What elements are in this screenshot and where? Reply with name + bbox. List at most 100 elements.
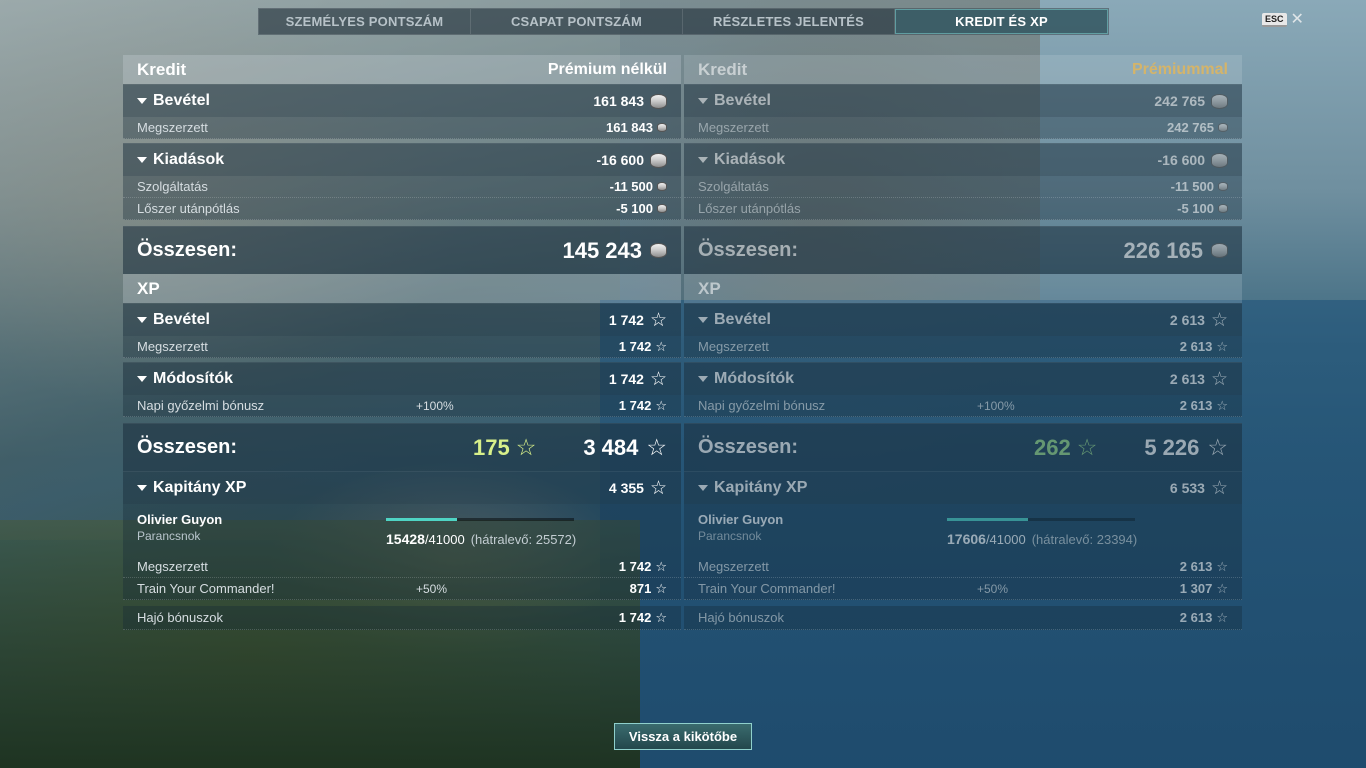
silver-coin-icon: [657, 204, 667, 213]
list-item: Lőszer utánpótlás -5 100: [123, 198, 681, 220]
tab-team-score[interactable]: CSAPAT PONTSZÁM: [471, 9, 683, 34]
credit-expenses-section[interactable]: Kiadások -16 600: [123, 143, 681, 176]
row-value: 871: [629, 581, 652, 596]
collapse-arrow-icon[interactable]: [698, 98, 708, 104]
credit-income-section[interactable]: Bevétel 242 765: [684, 84, 1242, 117]
tab-personal-score[interactable]: SZEMÉLYES PONTSZÁM: [259, 9, 471, 34]
list-item: Megszerzett 2 613 ☆: [684, 556, 1242, 578]
star-icon: ☆: [1216, 610, 1228, 625]
silver-coin-icon: [650, 152, 667, 168]
captain-xp-section[interactable]: Kapitány XP 6 533 ☆: [684, 471, 1242, 504]
collapse-arrow-icon[interactable]: [698, 485, 708, 491]
collapse-arrow-icon[interactable]: [698, 157, 708, 163]
xp-total: Összesen: 262 ☆ 5 226 ☆: [684, 423, 1242, 471]
row-label: Megszerzett: [137, 120, 208, 135]
panel-without-premium: Kredit Prémium nélkül Bevétel 161 843 Me…: [123, 55, 681, 630]
section-label: Bevétel: [714, 311, 771, 328]
star-icon: ☆: [1216, 559, 1228, 574]
silver-coin-icon: [657, 182, 667, 191]
row-multiplier: +50%: [416, 581, 448, 596]
xp-max: /41000: [985, 532, 1026, 547]
xp-remaining: (hátralevő: 23394): [1031, 532, 1138, 547]
star-icon: ☆: [1216, 398, 1228, 413]
section-label: Bevétel: [153, 92, 210, 109]
section-value: 1 742: [608, 312, 644, 328]
list-item: Lőszer utánpótlás -5 100: [684, 198, 1242, 220]
list-item: Megszerzett 242 765: [684, 117, 1242, 139]
free-xp-bonus: 175 ☆: [473, 435, 536, 461]
row-label: Napi győzelmi bónusz: [137, 398, 265, 413]
row-value: 2 613: [1179, 610, 1213, 625]
xp-title: XP: [137, 278, 160, 298]
tab-credit-xp[interactable]: KREDIT ÉS XP: [895, 9, 1108, 34]
xp-income-section[interactable]: Bevétel 1 742 ☆: [123, 303, 681, 336]
modifiers-section[interactable]: Módosítók 1 742 ☆: [123, 362, 681, 395]
xp-title: XP: [698, 278, 721, 298]
xp-income-section[interactable]: Bevétel 2 613 ☆: [684, 303, 1242, 336]
credit-title: Kredit: [137, 59, 187, 79]
star-icon: ☆: [646, 434, 667, 460]
star-icon: ☆: [1216, 339, 1228, 354]
section-label: Kiadások: [714, 151, 786, 168]
esc-key-hint: ESC: [1262, 13, 1287, 27]
section-label: Bevétel: [153, 311, 210, 328]
row-label: Hajó bónuszok: [698, 610, 784, 625]
total-value: 3 484: [583, 434, 639, 460]
xp-current: 15428: [386, 531, 425, 547]
silver-coin-icon: [1211, 243, 1228, 258]
close-button[interactable]: ESC ✕: [1262, 12, 1304, 28]
row-label: Lőszer utánpótlás: [698, 201, 801, 216]
section-value: 2 613: [1169, 371, 1205, 387]
row-value: 1 307: [1179, 581, 1213, 596]
row-label: Train Your Commander!: [137, 581, 275, 596]
section-value: -16 600: [596, 152, 644, 168]
section-label: Kapitány XP: [153, 479, 247, 496]
section-value: 1 742: [608, 371, 644, 387]
captain-xp-section[interactable]: Kapitány XP 4 355 ☆: [123, 471, 681, 504]
credit-total: Összesen: 226 165: [684, 226, 1242, 274]
collapse-arrow-icon[interactable]: [137, 317, 147, 323]
silver-coin-icon: [1211, 93, 1228, 109]
list-item: Megszerzett 2 613 ☆: [684, 336, 1242, 358]
row-label: Megszerzett: [137, 559, 208, 574]
list-item: Megszerzett 161 843: [123, 117, 681, 139]
row-label: Hajó bónuszok: [137, 610, 223, 625]
row-value: -5 100: [1177, 201, 1214, 216]
list-item: Szolgáltatás -11 500: [123, 176, 681, 198]
credit-expenses-section[interactable]: Kiadások -16 600: [684, 143, 1242, 176]
list-item: Napi győzelmi bónusz +100% 1 742 ☆: [123, 395, 681, 417]
modifiers-section[interactable]: Módosítók 2 613 ☆: [684, 362, 1242, 395]
row-value: -11 500: [609, 179, 653, 194]
collapse-arrow-icon[interactable]: [137, 157, 147, 163]
star-icon: ☆: [655, 610, 667, 625]
total-label: Összesen:: [698, 436, 799, 458]
section-label: Módosítók: [714, 370, 794, 387]
bonus-value: 262: [1034, 434, 1071, 460]
collapse-arrow-icon[interactable]: [137, 98, 147, 104]
star-icon: ☆: [1076, 434, 1098, 460]
back-to-port-button[interactable]: Vissza a kikötőbe: [614, 723, 752, 750]
credit-total: Összesen: 145 243: [123, 226, 681, 274]
section-value: 6 533: [1169, 480, 1205, 496]
list-item: Megszerzett 1 742 ☆: [123, 336, 681, 358]
row-label: Train Your Commander!: [698, 581, 836, 596]
commander-info: Olivier Guyon Parancsnok 17606/41000 (hát…: [684, 504, 1242, 556]
commander-info: Olivier Guyon Parancsnok 15428/41000 (hát…: [123, 504, 681, 556]
star-icon: ☆: [655, 339, 667, 354]
row-multiplier: +50%: [977, 581, 1009, 596]
mode-label: Prémiummal: [1131, 60, 1228, 78]
star-icon: ☆: [1210, 309, 1228, 331]
credit-income-section[interactable]: Bevétel 161 843: [123, 84, 681, 117]
section-value: 2 613: [1169, 312, 1205, 328]
collapse-arrow-icon[interactable]: [698, 376, 708, 382]
collapse-arrow-icon[interactable]: [137, 376, 147, 382]
star-icon: ☆: [655, 581, 667, 596]
row-value: 2 613: [1179, 398, 1213, 413]
collapse-arrow-icon[interactable]: [698, 317, 708, 323]
close-icon[interactable]: ✕: [1291, 12, 1304, 28]
collapse-arrow-icon[interactable]: [137, 485, 147, 491]
total-label: Összesen:: [137, 239, 238, 261]
tab-detailed-report[interactable]: RÉSZLETES JELENTÉS: [683, 9, 895, 34]
star-icon: ☆: [655, 398, 667, 413]
credit-header: Kredit Prémiummal: [684, 55, 1242, 84]
